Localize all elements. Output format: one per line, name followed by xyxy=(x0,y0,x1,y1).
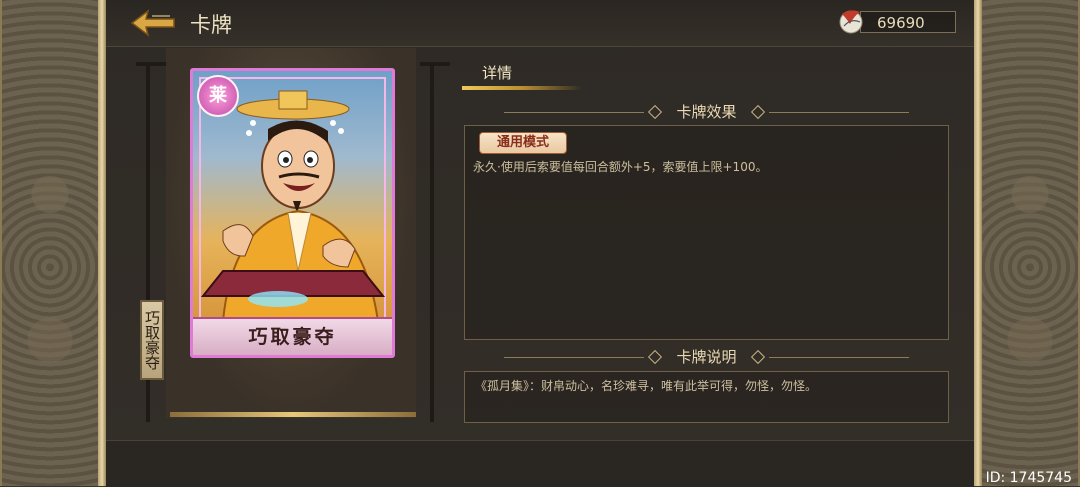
right-decor-panel xyxy=(980,0,1080,486)
effect-box: 通用模式 永久·使用后索要值每回合额外+5，索要值上限+100。 xyxy=(464,125,949,340)
header-line-right xyxy=(769,357,909,358)
left-rail xyxy=(98,0,106,486)
card-rarity-badge: 莱 xyxy=(197,75,239,117)
top-bar: 卡牌 69690 xyxy=(106,0,974,47)
pole-cap-left xyxy=(136,62,166,66)
header-line-left xyxy=(504,357,644,358)
right-pole xyxy=(430,62,434,422)
right-rail xyxy=(974,0,982,486)
feather-token-icon xyxy=(839,10,863,34)
diamond-icon xyxy=(750,349,766,365)
effect-section-title: 卡牌效果 xyxy=(676,103,737,121)
left-decor-panel xyxy=(0,0,100,486)
main-panel: 卡牌 69690 莱 巧取豪夺 巧取豪夺 详情 卡牌效果 通用模式 永久·使用后… xyxy=(106,0,974,487)
diamond-icon xyxy=(750,104,766,120)
header-line-left xyxy=(504,112,644,113)
currency-display: 69690 xyxy=(836,6,956,36)
card-vertical-label: 巧取豪夺 xyxy=(140,300,164,380)
header-line-right xyxy=(769,112,909,113)
card-bottom-bar xyxy=(170,412,416,417)
description-text: 《孤月集》：财帛动心，名珍难寻，唯有此举可得，勿怪，勿怪。 xyxy=(475,379,818,393)
desc-section-title: 卡牌说明 xyxy=(676,348,737,366)
diamond-icon xyxy=(647,104,663,120)
user-id: ID: 1745745 xyxy=(985,470,1072,486)
currency-value: 69690 xyxy=(860,11,956,33)
page-title: 卡牌 xyxy=(190,13,232,37)
pole-cap-right xyxy=(420,62,450,66)
effect-section-header: 卡牌效果 xyxy=(464,101,949,123)
card-name: 巧取豪夺 xyxy=(193,317,392,355)
diamond-icon xyxy=(647,349,663,365)
bottom-strip xyxy=(106,440,974,487)
tab-details-underline xyxy=(462,86,582,90)
back-arrow-icon xyxy=(130,9,175,37)
description-box: 《孤月集》：财帛动心，名珍难寻，唯有此举可得，勿怪，勿怪。 xyxy=(464,371,949,423)
mode-tag: 通用模式 xyxy=(479,132,567,154)
effect-text: 永久·使用后索要值每回合额外+5，索要值上限+100。 xyxy=(473,160,768,174)
back-button[interactable] xyxy=(130,8,176,38)
desc-section-header: 卡牌说明 xyxy=(464,346,949,368)
card-image[interactable]: 莱 巧取豪夺 xyxy=(190,68,395,358)
